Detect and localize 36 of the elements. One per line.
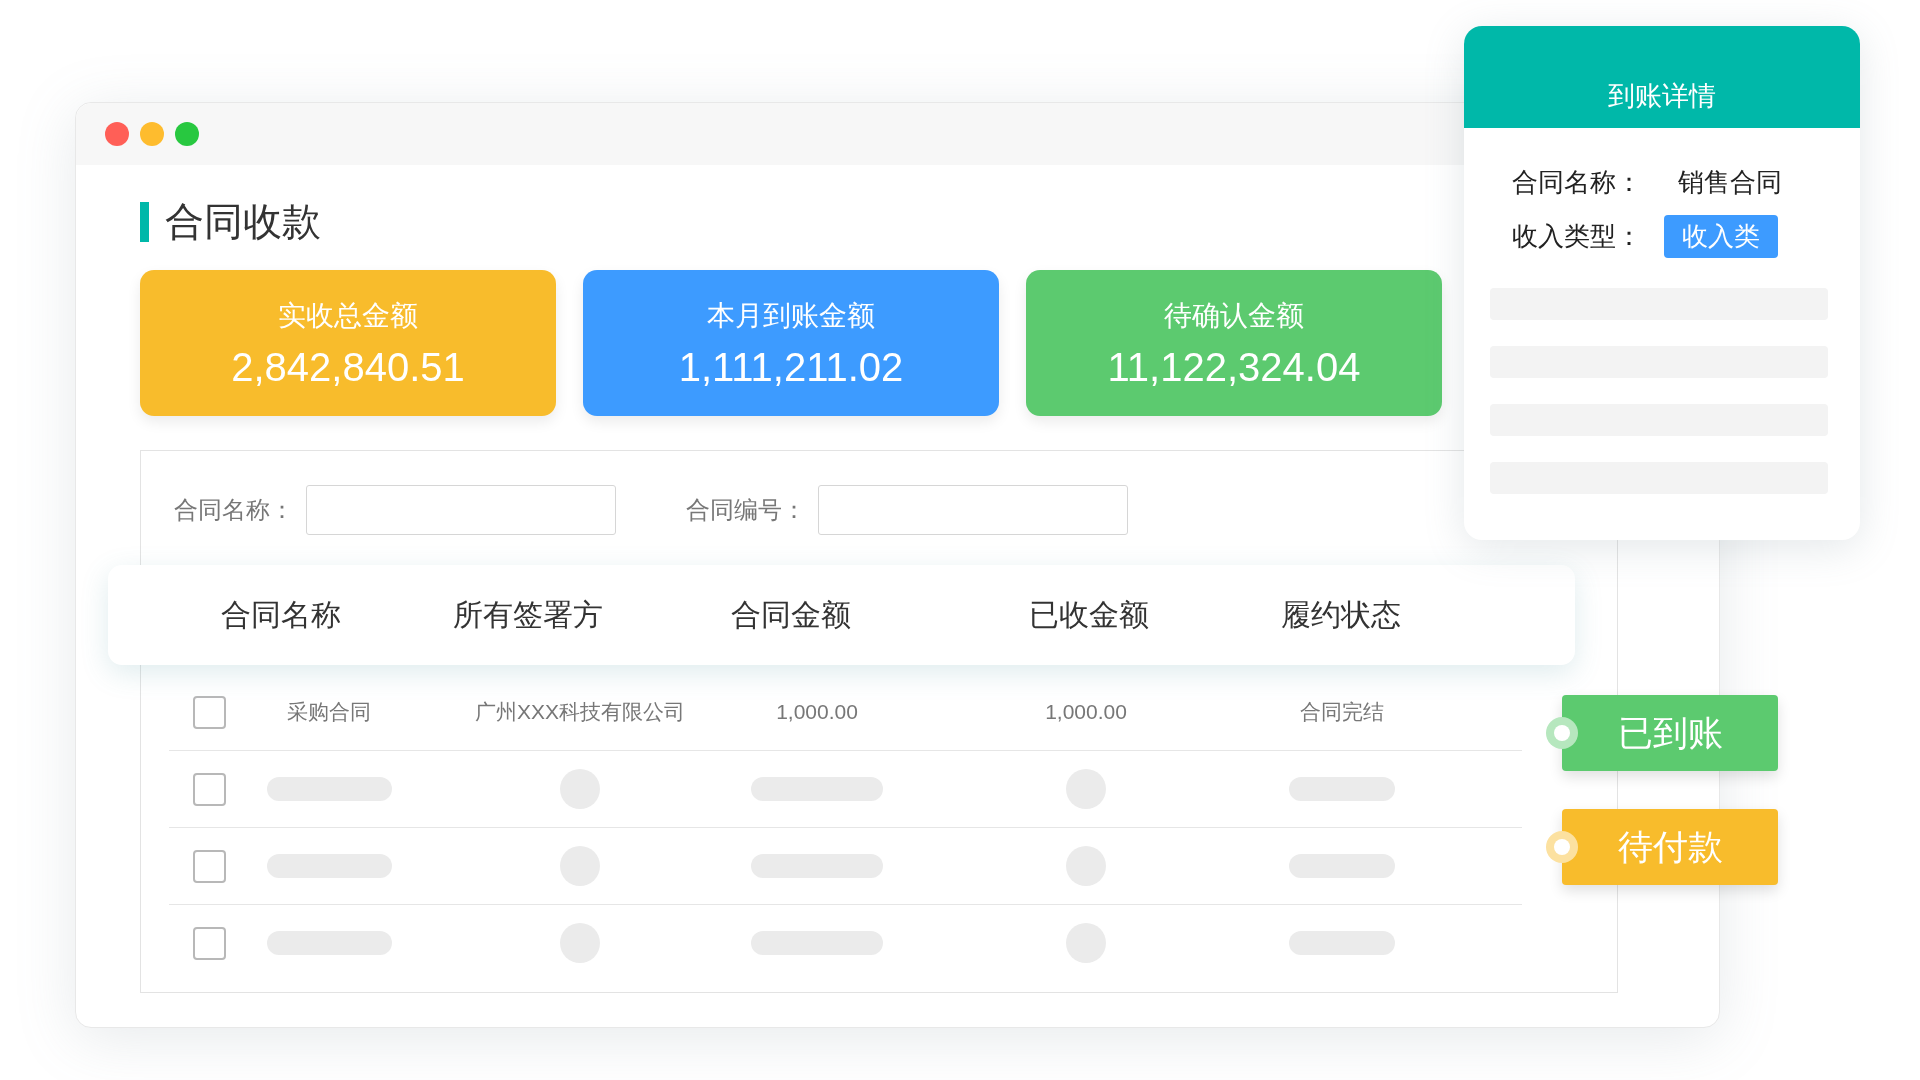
table-cell-text: 广州XXX科技有限公司 (474, 699, 686, 725)
table-cell-text: 采购合同 (286, 699, 372, 725)
checkbox[interactable] (193, 849, 226, 883)
field-label: 合同名称： (1512, 165, 1642, 199)
checkbox[interactable] (193, 772, 226, 806)
type-tag: 收入类 (1664, 214, 1778, 258)
field-label: 合同名称： (174, 495, 294, 525)
table-cell-text: 1,000.00 (1044, 700, 1128, 724)
detail-title: 到账详情 (1464, 26, 1860, 128)
card-label: 待确认金额 (1164, 298, 1304, 333)
checkbox[interactable] (193, 926, 226, 960)
column-header: 履约状态 (1281, 596, 1401, 633)
column-header: 所有签署方 (452, 596, 604, 633)
card-value: 11,122,324.04 (1107, 344, 1361, 390)
card-label: 实收总金额 (278, 298, 418, 333)
card-value: 2,842,840.51 (231, 344, 465, 390)
field-value: 销售合同 (1677, 165, 1782, 199)
window-control-dot[interactable] (105, 122, 129, 146)
window-control-dot[interactable] (175, 122, 199, 146)
input-field[interactable] (818, 485, 1128, 535)
column-header: 已收金额 (1028, 596, 1150, 633)
card-label: 本月到账金额 (707, 298, 875, 333)
field-label: 合同编号： (686, 495, 806, 525)
heading-accent-bar (140, 202, 149, 242)
checkbox[interactable] (193, 695, 226, 729)
status-tag[interactable]: 已到账 (1562, 695, 1778, 771)
table-cell-text: 合同完结 (1299, 699, 1385, 725)
table-cell-text: 1,000.00 (775, 700, 859, 724)
input-field[interactable] (306, 485, 616, 535)
status-tag[interactable]: 待付款 (1562, 809, 1778, 885)
field-label: 收入类型： (1512, 219, 1642, 253)
page-title: 合同收款 (165, 199, 321, 245)
column-header: 合同金额 (730, 596, 852, 633)
card-value: 1,111,211.02 (678, 344, 904, 390)
column-header: 合同名称 (220, 596, 342, 633)
window-control-dot[interactable] (140, 122, 164, 146)
